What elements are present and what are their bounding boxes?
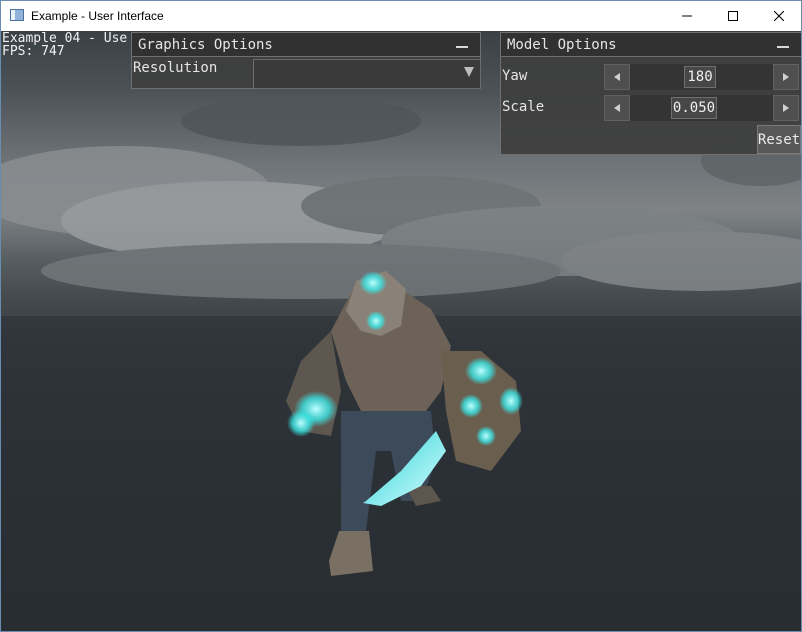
yaw-label: Yaw	[502, 68, 528, 84]
resolution-label: Resolution	[133, 60, 218, 76]
model-options-header[interactable]: Model Options	[501, 33, 801, 57]
title-bar[interactable]: Example - User Interface	[1, 1, 801, 31]
close-icon	[774, 11, 784, 21]
arrow-right-icon	[783, 104, 789, 112]
scale-decrease-button[interactable]	[604, 95, 630, 121]
resolution-dropdown[interactable]	[253, 59, 481, 89]
graphics-options-title: Graphics Options	[138, 37, 273, 53]
hud-overlay: Example 04 - Use FPS: 747	[2, 32, 127, 58]
arrow-right-icon	[783, 73, 789, 81]
scale-row: Scale 0.050	[501, 94, 801, 122]
graphics-options-panel: Graphics Options Resolution	[131, 32, 481, 89]
scale-increase-button[interactable]	[773, 95, 799, 121]
3d-viewport[interactable]: Example 04 - Use FPS: 747 Graphics Optio…	[1, 31, 801, 631]
application-window: Example - User Interface Example 04 - Us…	[0, 0, 802, 632]
collapse-icon[interactable]	[777, 46, 789, 48]
scale-value[interactable]: 0.050	[671, 97, 717, 119]
dropdown-arrow-icon[interactable]	[464, 67, 474, 77]
app-window-icon	[10, 9, 24, 21]
model-options-title: Model Options	[507, 37, 617, 53]
yaw-spinner[interactable]: 180	[604, 63, 799, 91]
graphics-options-header[interactable]: Graphics Options	[132, 33, 480, 57]
arrow-left-icon	[614, 73, 620, 81]
close-button[interactable]	[756, 1, 802, 31]
minimize-button[interactable]	[664, 1, 710, 31]
window-title: Example - User Interface	[31, 9, 164, 23]
maximize-icon	[728, 11, 738, 21]
scale-label: Scale	[502, 99, 545, 115]
model-options-panel: Model Options Yaw 180 Scale 0.050 Reset	[500, 32, 801, 155]
minimize-icon	[682, 15, 692, 17]
arrow-left-icon	[614, 104, 620, 112]
collapse-icon[interactable]	[456, 46, 468, 48]
reset-button[interactable]: Reset	[757, 125, 801, 154]
yaw-row: Yaw 180	[501, 63, 801, 91]
maximize-button[interactable]	[710, 1, 756, 31]
fps-counter: FPS: 747	[2, 44, 65, 59]
scale-spinner[interactable]: 0.050	[604, 94, 799, 122]
yaw-decrease-button[interactable]	[604, 64, 630, 90]
yaw-value[interactable]: 180	[684, 66, 716, 88]
yaw-increase-button[interactable]	[773, 64, 799, 90]
